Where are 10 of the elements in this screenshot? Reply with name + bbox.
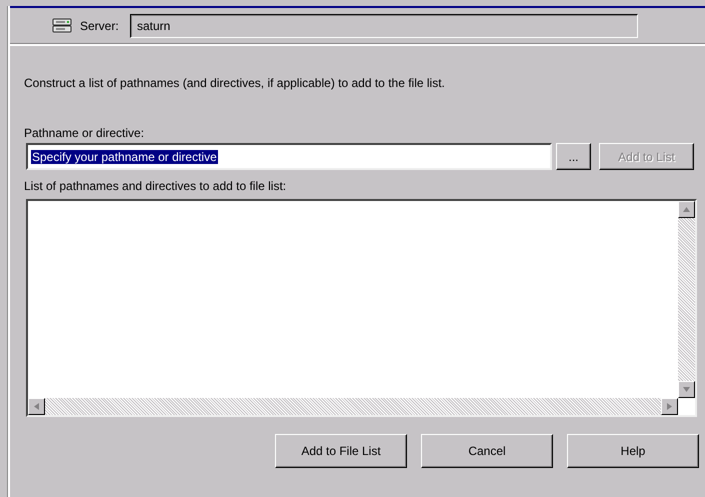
pathname-field[interactable]: Specify your pathname or directive [26,143,552,170]
button[interactable]: Add to File List [275,434,407,468]
field-label: Pathname or directive: [24,126,146,142]
instruction-text: Construct a list of pathnames (and directives, if applicable) to add to the file list. [24,76,446,92]
list-label: List of pathnames and directives to add to file list: [24,179,288,195]
server-label: Server: [80,19,120,33]
button[interactable]: Help [567,434,699,468]
button[interactable]: ... [556,143,591,170]
server-field: saturn [130,14,638,38]
button[interactable]: Cancel [421,434,553,468]
